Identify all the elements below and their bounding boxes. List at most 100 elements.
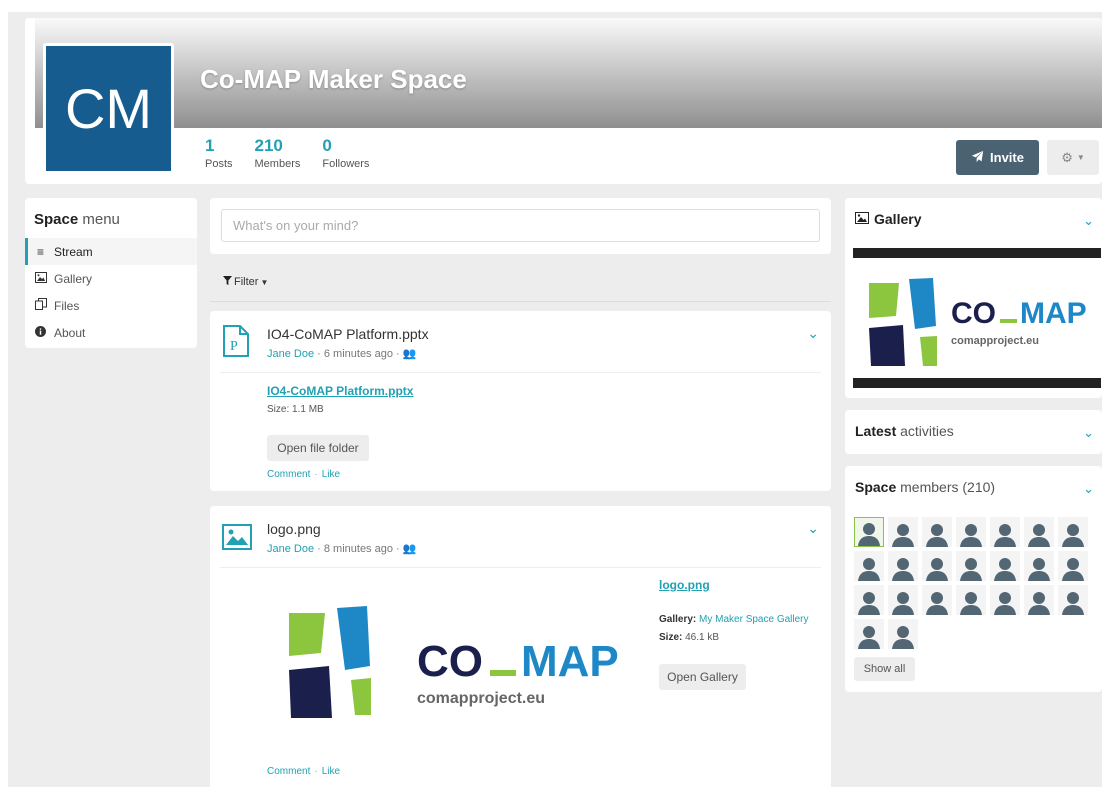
user-silhouette-icon bbox=[1062, 524, 1084, 547]
menu-item-stream[interactable]: ≡ Stream bbox=[25, 238, 197, 265]
member-avatar[interactable] bbox=[956, 585, 986, 615]
logo-preview-image[interactable]: CO MAP comapproject.eu bbox=[267, 578, 648, 758]
menu-item-gallery[interactable]: Gallery bbox=[25, 265, 197, 292]
menu-item-about[interactable]: About bbox=[25, 319, 197, 346]
logo-underscore bbox=[490, 670, 516, 676]
post-separator bbox=[220, 567, 821, 568]
member-avatar[interactable] bbox=[922, 517, 952, 547]
post-input[interactable]: What's on your mind? bbox=[221, 209, 820, 242]
users-icon: 👥 bbox=[402, 348, 417, 360]
menu-item-files[interactable]: Files bbox=[25, 292, 197, 319]
thumb-wordmark-co: CO bbox=[951, 297, 996, 330]
user-silhouette-icon bbox=[1028, 592, 1050, 615]
menu-item-label: Gallery bbox=[54, 271, 93, 286]
paper-plane-icon bbox=[971, 150, 984, 166]
svg-text:P: P bbox=[230, 339, 238, 354]
member-avatar[interactable] bbox=[990, 585, 1020, 615]
space-stats: 1 Posts 210 Members 0 Followers bbox=[205, 136, 369, 171]
member-avatar[interactable] bbox=[922, 585, 952, 615]
member-avatar[interactable] bbox=[1024, 551, 1054, 581]
member-avatar[interactable] bbox=[956, 517, 986, 547]
member-avatar[interactable] bbox=[956, 551, 986, 581]
member-avatar[interactable] bbox=[888, 619, 918, 649]
post-title[interactable]: IO4-CoMAP Platform.pptx bbox=[267, 326, 429, 342]
stat-members[interactable]: 210 Members bbox=[254, 137, 301, 171]
post-actions: Comment · Like bbox=[267, 766, 340, 777]
image-icon bbox=[855, 211, 869, 227]
latest-activities-title[interactable]: Latest activities bbox=[855, 423, 954, 439]
image-link[interactable]: logo.png bbox=[659, 578, 710, 592]
member-avatar[interactable] bbox=[854, 551, 884, 581]
chevron-down-icon[interactable]: ⌄ bbox=[1083, 213, 1094, 229]
space-banner bbox=[25, 18, 1102, 128]
member-avatar[interactable] bbox=[854, 619, 884, 649]
space-title[interactable]: Co-MAP Maker Space bbox=[200, 64, 467, 95]
user-silhouette-icon bbox=[1028, 524, 1050, 547]
chevron-down-icon[interactable]: ⌄ bbox=[807, 325, 819, 342]
invite-button[interactable]: Invite bbox=[956, 140, 1039, 175]
chevron-down-icon[interactable]: ⌄ bbox=[807, 520, 819, 537]
logo-wordmark-map: MAP bbox=[521, 637, 619, 686]
comment-link[interactable]: Comment bbox=[267, 766, 310, 777]
invite-label: Invite bbox=[990, 150, 1024, 165]
stat-members-label: Members bbox=[254, 158, 301, 170]
user-silhouette-icon bbox=[960, 592, 982, 615]
file-link[interactable]: IO4-CoMAP Platform.pptx bbox=[267, 384, 413, 398]
caret-down-icon: ▼ bbox=[1076, 153, 1085, 162]
space-avatar[interactable]: CM bbox=[43, 43, 174, 174]
file-size: Size: 1.1 MB bbox=[267, 404, 324, 415]
space-members-title[interactable]: Space members (210) bbox=[855, 479, 995, 495]
post-author-link[interactable]: Jane Doe bbox=[267, 348, 314, 360]
user-silhouette-icon bbox=[994, 558, 1016, 581]
menu-item-label: About bbox=[54, 325, 86, 340]
stat-posts[interactable]: 1 Posts bbox=[205, 136, 233, 171]
files-icon bbox=[34, 298, 47, 313]
comment-link[interactable]: Comment bbox=[267, 469, 310, 480]
stat-followers[interactable]: 0 Followers bbox=[322, 137, 369, 171]
member-avatar[interactable] bbox=[922, 551, 952, 581]
member-avatar[interactable] bbox=[888, 517, 918, 547]
like-link[interactable]: Like bbox=[322, 469, 340, 480]
gallery-panel-title: Gallery bbox=[855, 211, 921, 227]
space-settings-button[interactable]: ⚙ ▼ bbox=[1047, 140, 1099, 175]
user-silhouette-icon bbox=[1028, 558, 1050, 581]
member-avatar[interactable] bbox=[854, 585, 884, 615]
open-gallery-button[interactable]: Open Gallery bbox=[659, 664, 746, 690]
caret-down-icon: ▼ bbox=[260, 277, 269, 287]
show-all-members-button[interactable]: Show all bbox=[854, 657, 915, 681]
member-avatar[interactable] bbox=[1058, 517, 1088, 547]
member-avatar[interactable] bbox=[1024, 517, 1054, 547]
member-avatar[interactable] bbox=[1058, 585, 1088, 615]
filter-divider bbox=[210, 301, 831, 302]
like-link[interactable]: Like bbox=[322, 766, 340, 777]
filter-button[interactable]: Filter ▼ bbox=[223, 276, 268, 288]
banner-edge bbox=[25, 18, 35, 128]
post-time[interactable]: · 8 minutes ago · bbox=[314, 543, 403, 555]
member-avatar[interactable] bbox=[990, 551, 1020, 581]
stat-posts-value: 1 bbox=[205, 136, 215, 155]
separator-dot: · bbox=[314, 766, 318, 777]
bars-icon: ≡ bbox=[36, 244, 44, 259]
space-header: Co-MAP Maker Space CM 1 Posts 210 Member… bbox=[25, 18, 1102, 184]
user-silhouette-icon bbox=[926, 592, 948, 615]
member-avatar[interactable] bbox=[888, 551, 918, 581]
post-card-image: logo.png Jane Doe · 8 minutes ago · 👥 ⌄ … bbox=[210, 506, 831, 787]
post-author-link[interactable]: Jane Doe bbox=[267, 543, 314, 555]
open-file-folder-button[interactable]: Open file folder bbox=[267, 435, 369, 461]
thumb-url: comapproject.eu bbox=[951, 335, 1039, 347]
member-avatar[interactable] bbox=[854, 517, 884, 547]
member-avatar[interactable] bbox=[1058, 551, 1088, 581]
chevron-down-icon[interactable]: ⌄ bbox=[1083, 481, 1094, 497]
members-title-bold: Space bbox=[855, 479, 897, 495]
post-time[interactable]: · 6 minutes ago · bbox=[314, 348, 403, 360]
chevron-down-icon[interactable]: ⌄ bbox=[1083, 425, 1094, 441]
gallery-link[interactable]: My Maker Space Gallery bbox=[699, 614, 808, 625]
logo-url: comapproject.eu bbox=[417, 690, 545, 707]
member-avatar[interactable] bbox=[990, 517, 1020, 547]
gallery-thumbnail[interactable]: CO MAP comapproject.eu bbox=[853, 248, 1101, 388]
member-avatar[interactable] bbox=[888, 585, 918, 615]
post-meta: Jane Doe · 8 minutes ago · 👥 bbox=[267, 542, 416, 555]
post-title[interactable]: logo.png bbox=[267, 521, 321, 537]
member-avatar[interactable] bbox=[1024, 585, 1054, 615]
image-file-icon bbox=[222, 520, 252, 552]
